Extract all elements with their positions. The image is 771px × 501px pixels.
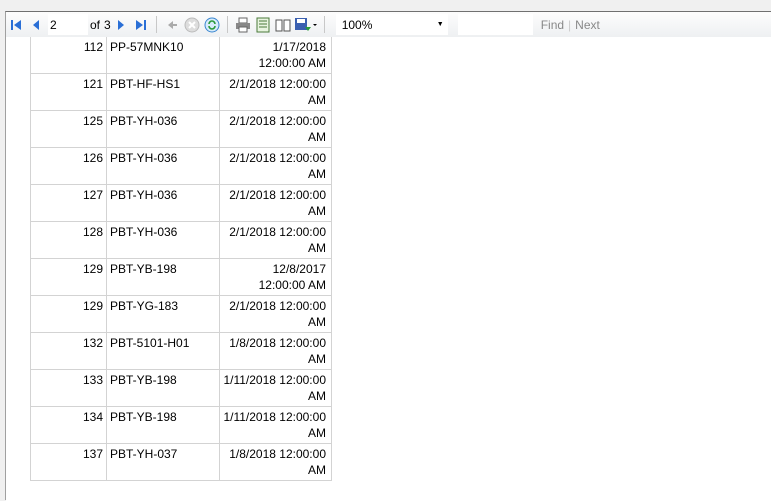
- separator: [323, 16, 325, 33]
- find-link[interactable]: Find: [541, 18, 564, 32]
- part-code: PBT-HF-HS1: [106, 73, 220, 111]
- row-number: 129: [30, 258, 107, 296]
- part-code: PBT-YH-036: [106, 110, 220, 148]
- part-code: PBT-YH-037: [106, 443, 220, 481]
- table-row: 112 PP-57MNK10 1/17/2018 12:00:00 AM: [30, 37, 332, 74]
- page-setup-icon[interactable]: [273, 15, 293, 35]
- next-page-icon[interactable]: [111, 15, 131, 35]
- row-date: 2/1/2018 12:00:00 AM: [219, 110, 332, 148]
- row-date: 2/1/2018 12:00:00 AM: [219, 73, 332, 111]
- table-row: 121 PBT-HF-HS1 2/1/2018 12:00:00 AM: [30, 73, 332, 111]
- part-code: PP-57MNK10: [106, 37, 220, 74]
- print-layout-icon[interactable]: [253, 15, 273, 35]
- row-number: 132: [30, 332, 107, 370]
- row-date: 2/1/2018 12:00:00 AM: [219, 221, 332, 259]
- part-code: PBT-5101-H01: [106, 332, 220, 370]
- table-row: 132 PBT-5101-H01 1/8/2018 12:00:00 AM: [30, 332, 332, 370]
- previous-page-icon[interactable]: [26, 15, 46, 35]
- report-viewer: of 3 100% ▼ Find | Next 12:00:00 AM112PP-…: [5, 11, 771, 501]
- page-total: 3: [104, 17, 111, 32]
- table-row: 134 PBT-YB-198 1/11/2018 12:00:00 AM: [30, 406, 332, 444]
- row-number: 133: [30, 369, 107, 407]
- part-code: PBT-YB-198: [106, 258, 220, 296]
- table-row: 133 PBT-YB-198 1/11/2018 12:00:00 AM: [30, 369, 332, 407]
- part-code: PBT-YH-036: [106, 147, 220, 185]
- part-code: PBT-YH-036: [106, 184, 220, 222]
- print-icon[interactable]: [233, 15, 253, 35]
- row-date: 1/8/2018 12:00:00 AM: [219, 443, 332, 481]
- row-date: 2/1/2018 12:00:00 AM: [219, 147, 332, 185]
- page-number-input[interactable]: [48, 14, 88, 35]
- table-row: 127 PBT-YH-036 2/1/2018 12:00:00 AM: [30, 184, 332, 222]
- table-row: 128 PBT-YH-036 2/1/2018 12:00:00 AM: [30, 221, 332, 259]
- table-row: 129 PBT-YG-183 2/1/2018 12:00:00 AM: [30, 295, 332, 333]
- toolbar: of 3 100% ▼ Find | Next: [6, 12, 771, 37]
- row-date: 2/1/2018 12:00:00 AM: [219, 295, 332, 333]
- table-row: 137 PBT-YH-037 1/8/2018 12:00:00 AM: [30, 443, 332, 481]
- export-icon[interactable]: [293, 15, 319, 35]
- refresh-icon[interactable]: [202, 15, 222, 35]
- row-number: 128: [30, 221, 107, 259]
- find-input[interactable]: [457, 14, 533, 35]
- row-date: 1/11/2018 12:00:00 AM: [219, 369, 332, 407]
- last-page-icon[interactable]: [131, 15, 151, 35]
- row-number: 134: [30, 406, 107, 444]
- row-number: 121: [30, 73, 107, 111]
- zoom-value: 100%: [341, 17, 373, 32]
- stop-icon[interactable]: [182, 15, 202, 35]
- row-number: 126: [30, 147, 107, 185]
- separator: [155, 16, 157, 33]
- part-code: PBT-YB-198: [106, 406, 220, 444]
- part-code: PBT-YB-198: [106, 369, 220, 407]
- row-number: 127: [30, 184, 107, 222]
- table-row: 129 PBT-YB-198 12/8/2017 12:00:00 AM: [30, 258, 332, 296]
- part-code: PBT-YG-183: [106, 295, 220, 333]
- part-code: PBT-YH-036: [106, 221, 220, 259]
- row-date: 1/8/2018 12:00:00 AM: [219, 332, 332, 370]
- report-table: 12:00:00 AM112PP-57MNK101/17/2018 12:00:…: [30, 37, 332, 481]
- row-number: 129: [30, 295, 107, 333]
- row-number: 137: [30, 443, 107, 481]
- back-icon[interactable]: [162, 15, 182, 35]
- zoom-select[interactable]: 100% ▼: [335, 14, 448, 35]
- table-row: 126 PBT-YH-036 2/1/2018 12:00:00 AM: [30, 147, 332, 185]
- row-date: 1/11/2018 12:00:00 AM: [219, 406, 332, 444]
- chevron-down-icon: ▼: [436, 21, 444, 28]
- row-date: 12/8/2017 12:00:00 AM: [219, 258, 332, 296]
- page-of-label: of: [90, 17, 101, 32]
- row-date: 2/1/2018 12:00:00 AM: [219, 184, 332, 222]
- report-content: 12:00:00 AM112PP-57MNK101/17/2018 12:00:…: [6, 37, 771, 501]
- row-number: 125: [30, 110, 107, 148]
- row-date: 1/17/2018 12:00:00 AM: [219, 37, 332, 74]
- next-link[interactable]: Next: [575, 18, 600, 32]
- row-number: 112: [30, 37, 107, 74]
- table-row: 125 PBT-YH-036 2/1/2018 12:00:00 AM: [30, 110, 332, 148]
- separator: [226, 16, 228, 33]
- separator: |: [568, 17, 572, 32]
- first-page-icon[interactable]: [6, 15, 26, 35]
